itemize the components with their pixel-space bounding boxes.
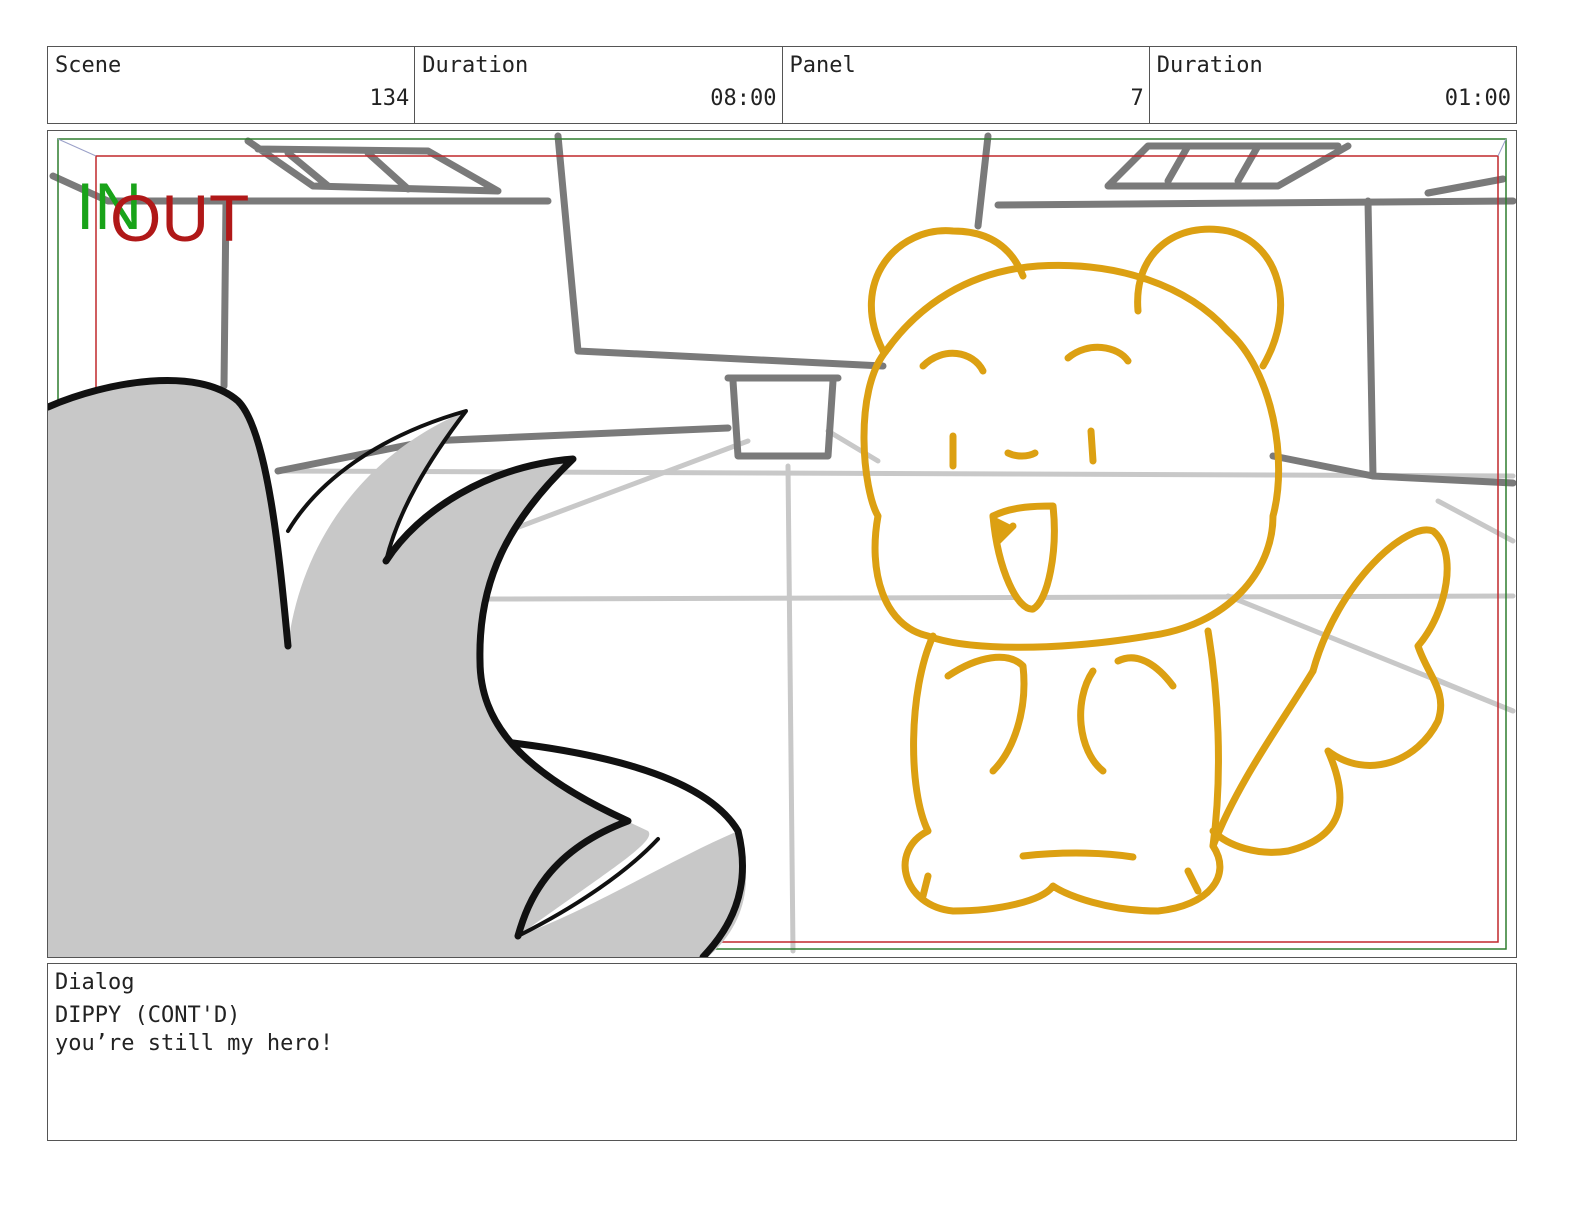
foreground-silhouette (48, 380, 746, 957)
panel-cell: Panel 7 (783, 47, 1150, 123)
panel-drawing: IN OUT (48, 132, 1516, 957)
dialog-label: Dialog (55, 970, 135, 995)
out-marker: OUT (110, 181, 249, 255)
panel-label: Panel (789, 53, 856, 78)
panel-duration-value: 01:00 (1444, 86, 1511, 111)
scene-duration-label: Duration (422, 53, 529, 78)
panel-duration-cell: Duration 01:00 (1150, 47, 1516, 123)
panel-info-header: Scene 134 Duration 08:00 Panel 7 Duratio… (47, 46, 1517, 124)
scene-duration-cell: Duration 08:00 (415, 47, 783, 123)
storyboard-panel: IN OUT (47, 130, 1517, 958)
scene-number: 134 (369, 86, 410, 111)
room-structure (49, 132, 1516, 487)
scene-cell: Scene 134 (48, 47, 416, 123)
dialog-text-line: you’re still my hero! (55, 1031, 334, 1056)
bear-character (860, 225, 1451, 915)
dialog-character-line: DIPPY (CONT'D) (55, 1003, 241, 1028)
panel-number: 7 (1130, 86, 1144, 111)
dialog-lines: DIPPY (CONT'D) you’re still my hero! (55, 1002, 333, 1058)
scene-duration-value: 08:00 (710, 86, 777, 111)
scene-label: Scene (55, 53, 122, 78)
dialog-box: Dialog DIPPY (CONT'D) you’re still my he… (47, 963, 1517, 1141)
panel-duration-label: Duration (1156, 53, 1263, 78)
